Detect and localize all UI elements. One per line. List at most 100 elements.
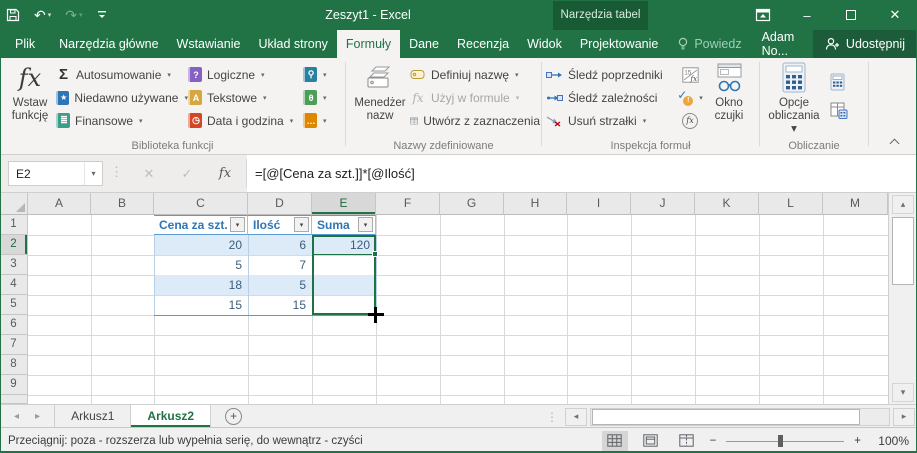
row-header-5[interactable]: 5 bbox=[0, 295, 28, 315]
lookup-reference-button[interactable]: ⚲▾ bbox=[303, 63, 343, 86]
customize-qat-button[interactable] bbox=[97, 9, 107, 21]
text-button[interactable]: ATekstowe▾ bbox=[188, 86, 302, 109]
column-header-H[interactable]: H bbox=[504, 193, 567, 215]
column-header-M[interactable]: M bbox=[823, 193, 888, 215]
name-box-value[interactable]: E2 bbox=[9, 167, 84, 181]
column-header-B[interactable]: B bbox=[91, 193, 154, 215]
scroll-right-button[interactable]: ▸ bbox=[893, 408, 915, 426]
column-header-F[interactable]: F bbox=[376, 193, 440, 215]
math-trig-button[interactable]: θ▾ bbox=[303, 86, 343, 109]
select-all-corner[interactable] bbox=[0, 193, 28, 215]
name-box-dropdown-icon[interactable]: ▾ bbox=[84, 162, 102, 185]
cell-value[interactable]: 5 bbox=[154, 255, 247, 275]
cell-value[interactable]: 6 bbox=[248, 235, 311, 255]
date-time-button[interactable]: ◷Data i godzina▾ bbox=[188, 109, 302, 132]
filter-dropdown-Suma[interactable]: ▾ bbox=[358, 217, 373, 232]
name-manager-button[interactable]: Menedżer nazw bbox=[352, 61, 408, 123]
more-functions-button[interactable]: …▾ bbox=[303, 109, 343, 132]
save-button[interactable] bbox=[6, 8, 20, 22]
row-header-7[interactable]: 7 bbox=[0, 335, 28, 355]
cell-value[interactable]: 15 bbox=[248, 295, 311, 315]
cell-value[interactable]: 18 bbox=[154, 275, 247, 295]
define-name-button[interactable]: Definiuj nazwę▾ bbox=[410, 63, 540, 86]
filter-dropdown-Cena za szt.[interactable]: ▾ bbox=[230, 217, 245, 232]
tab-design[interactable]: Projektowanie bbox=[571, 30, 668, 58]
redo-button[interactable]: ↷▾ bbox=[65, 7, 82, 24]
account-user[interactable]: Adam No... bbox=[752, 30, 813, 58]
formula-bar-drag-handle[interactable]: ⋮ bbox=[110, 164, 122, 180]
share-button[interactable]: Udostępnij bbox=[813, 30, 917, 58]
sheet-tab-arkusz2[interactable]: Arkusz2 bbox=[131, 405, 211, 427]
view-page-break-button[interactable] bbox=[674, 431, 700, 451]
column-header-C[interactable]: C bbox=[154, 193, 248, 215]
evaluate-formula-button[interactable]: fx bbox=[682, 109, 698, 132]
tab-insert[interactable]: Wstawianie bbox=[168, 30, 250, 58]
row-header-6[interactable]: 6 bbox=[0, 315, 28, 335]
column-header-E[interactable]: E bbox=[312, 193, 376, 215]
new-sheet-button[interactable]: + bbox=[225, 408, 242, 425]
view-page-layout-button[interactable] bbox=[638, 431, 664, 451]
scroll-down-button[interactable]: ▾ bbox=[892, 383, 914, 402]
ribbon-display-options-button[interactable] bbox=[741, 0, 785, 30]
tab-file[interactable]: Plik bbox=[0, 30, 50, 58]
column-header-A[interactable]: A bbox=[28, 193, 91, 215]
minimize-button[interactable]: – bbox=[785, 0, 829, 30]
tab-formulas[interactable]: Formuły bbox=[337, 30, 400, 58]
selection-range-E2-E5[interactable] bbox=[312, 235, 376, 315]
trace-dependents-button[interactable]: Śledź zależności bbox=[546, 86, 674, 109]
cell-value[interactable]: 7 bbox=[248, 255, 311, 275]
calculation-options-button[interactable]: Opcje obliczania▾ bbox=[764, 61, 824, 136]
vertical-scrollbar[interactable]: ▴ ▾ bbox=[888, 193, 917, 404]
insert-function-fx-button[interactable]: fx bbox=[206, 166, 244, 181]
zoom-slider-thumb[interactable] bbox=[778, 435, 783, 447]
tab-page-layout[interactable]: Układ strony bbox=[249, 30, 336, 58]
trace-precedents-button[interactable]: Śledź poprzedniki bbox=[546, 63, 674, 86]
zoom-in-button[interactable]: + bbox=[854, 435, 861, 447]
zoom-level[interactable]: 100% bbox=[871, 434, 909, 448]
tab-review[interactable]: Recenzja bbox=[448, 30, 518, 58]
use-in-formula-button[interactable]: fx Użyj w formule▾ bbox=[410, 86, 540, 109]
watch-window-button[interactable]: Okno czujki bbox=[704, 61, 754, 123]
row-header-3[interactable]: 3 bbox=[0, 255, 28, 275]
logical-button[interactable]: ?Logiczne▾ bbox=[188, 63, 302, 86]
financial-button[interactable]: ≣Finansowe▾ bbox=[56, 109, 188, 132]
remove-arrows-button[interactable]: Usuń strzałki▾ bbox=[546, 109, 674, 132]
row-header-8[interactable]: 8 bbox=[0, 355, 28, 375]
cell-value[interactable]: 20 bbox=[154, 235, 247, 255]
scroll-left-button[interactable]: ◂ bbox=[565, 408, 587, 426]
tab-data[interactable]: Dane bbox=[400, 30, 448, 58]
zoom-out-button[interactable]: − bbox=[710, 435, 717, 447]
fill-handle[interactable] bbox=[372, 251, 378, 257]
tell-me-button[interactable]: Powiedz bbox=[667, 30, 751, 58]
cancel-entry-button[interactable]: ✕ bbox=[130, 166, 168, 182]
row-header-9[interactable]: 9 bbox=[0, 375, 28, 395]
filter-dropdown-Ilość[interactable]: ▾ bbox=[294, 217, 309, 232]
cell-value[interactable]: 5 bbox=[248, 275, 311, 295]
show-formulas-button[interactable]: 15fx bbox=[682, 63, 699, 86]
next-sheet-button[interactable]: ▸ bbox=[35, 411, 40, 422]
column-header-K[interactable]: K bbox=[695, 193, 759, 215]
close-button[interactable]: ✕ bbox=[873, 0, 917, 30]
maximize-button[interactable] bbox=[829, 0, 873, 30]
scroll-up-button[interactable]: ▴ bbox=[892, 195, 914, 214]
horizontal-scrollbar-thumb[interactable] bbox=[592, 409, 860, 425]
view-normal-button[interactable] bbox=[602, 431, 628, 451]
worksheet-grid[interactable]: Cena za szt.▾Ilość▾Suma▾206120571851515A… bbox=[0, 193, 888, 404]
scrollbar-splitter-handle[interactable]: ⋮ bbox=[546, 410, 558, 424]
column-header-J[interactable]: J bbox=[631, 193, 695, 215]
column-header-L[interactable]: L bbox=[759, 193, 823, 215]
recently-used-button[interactable]: ★Niedawno używane▾ bbox=[56, 86, 188, 109]
undo-button[interactable]: ↶▾ bbox=[34, 7, 51, 24]
row-header-1[interactable]: 1 bbox=[0, 215, 28, 235]
create-from-selection-button[interactable]: Utwórz z zaznaczenia bbox=[410, 109, 540, 132]
collapse-ribbon-button[interactable] bbox=[890, 137, 899, 146]
horizontal-scrollbar[interactable]: ⋮ ◂ ▸ bbox=[546, 407, 915, 426]
row-header-2[interactable]: 2 bbox=[0, 235, 28, 255]
column-header-I[interactable]: I bbox=[567, 193, 631, 215]
row-header-4[interactable]: 4 bbox=[0, 275, 28, 295]
previous-sheet-button[interactable]: ◂ bbox=[14, 411, 19, 422]
autosum-button[interactable]: ΣAutosumowanie▾ bbox=[56, 63, 188, 86]
cell-value[interactable]: 15 bbox=[154, 295, 247, 315]
tab-view[interactable]: Widok bbox=[518, 30, 571, 58]
vertical-scrollbar-thumb[interactable] bbox=[892, 217, 914, 285]
